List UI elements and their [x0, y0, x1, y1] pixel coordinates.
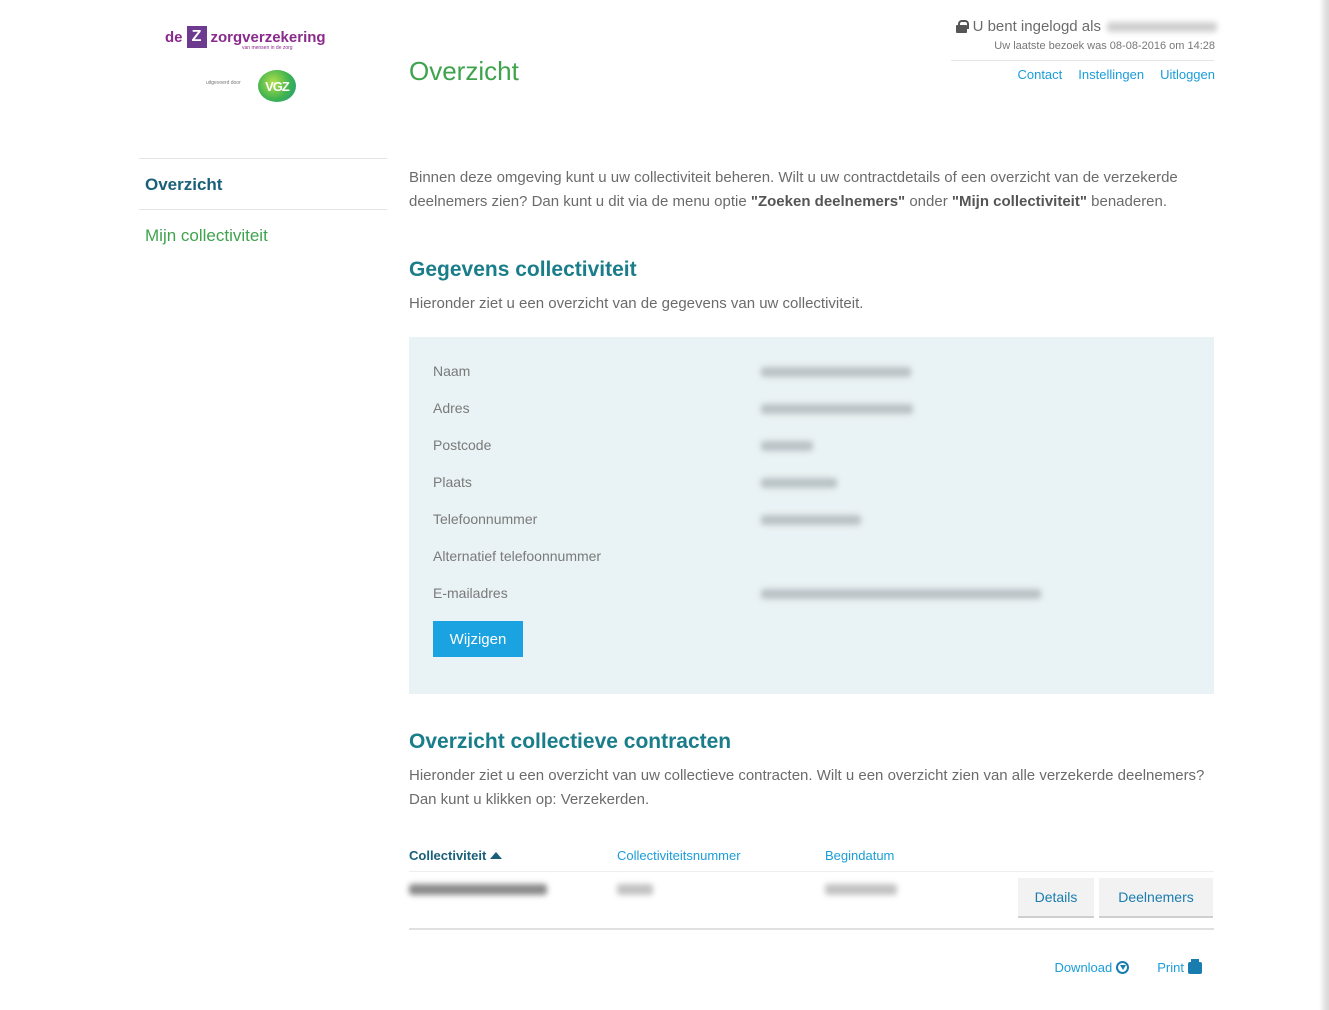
- settings-link[interactable]: Instellingen: [1078, 67, 1144, 82]
- edit-button[interactable]: Wijzigen: [433, 621, 523, 657]
- intro-bold-zoeken: "Zoeken deelnemers": [750, 192, 906, 210]
- contact-link[interactable]: Contact: [1017, 67, 1062, 82]
- field-label-alt-telefoon: Alternatief telefoonnummer: [433, 548, 602, 564]
- field-label-plaats: Plaats: [433, 474, 472, 490]
- window-edge-shadow: [1319, 0, 1329, 1010]
- sidebar-item-overzicht[interactable]: Overzicht: [139, 159, 387, 209]
- field-value-redacted: [761, 404, 913, 414]
- logo-tagline: van mensen in de zorg: [242, 45, 293, 51]
- intro-bold-mijn: "Mijn collectiviteit": [951, 192, 1087, 210]
- logo-sub-text: uitgevoerd door: [206, 80, 241, 86]
- field-label-postcode: Postcode: [433, 437, 492, 453]
- sidebar-item-mijn-collectiviteit[interactable]: Mijn collectiviteit: [139, 210, 387, 260]
- table-header: Collectiviteit Collectiviteitsnummer Beg…: [409, 838, 1214, 872]
- login-label: U bent ingelogd als: [972, 18, 1101, 35]
- print-label: Print: [1157, 960, 1184, 975]
- lock-icon: [955, 20, 969, 33]
- download-link[interactable]: Download: [1054, 960, 1130, 975]
- print-link[interactable]: Print: [1157, 958, 1202, 975]
- participants-button[interactable]: Deelnemers: [1099, 878, 1213, 918]
- last-visit-text: Uw laatste bezoek was 08-08-2016 om 14:2…: [994, 40, 1215, 52]
- sidebar-nav: Overzicht Mijn collectiviteit: [139, 158, 387, 260]
- intro-text-part: onder: [905, 192, 952, 210]
- logged-in-user-redacted: [1107, 21, 1217, 32]
- gegevens-title: Gegevens collectiviteit: [409, 258, 637, 281]
- intro-section: Binnen deze omgeving kunt u uw collectiv…: [409, 166, 1214, 213]
- col-header-begindatum[interactable]: Begindatum: [825, 848, 894, 863]
- vgz-logo-icon: VGZ: [258, 70, 296, 102]
- logo-box-icon: Z: [186, 26, 207, 48]
- gegevens-panel: Naam Adres Postcode Plaats Telefoonnumme…: [409, 337, 1214, 694]
- download-label: Download: [1054, 960, 1113, 975]
- cell-collectiviteit-redacted: [409, 884, 547, 895]
- field-value-redacted: [761, 441, 813, 451]
- contracten-title: Overzicht collectieve contracten: [409, 730, 732, 753]
- page-title: Overzicht: [409, 56, 519, 86]
- header-divider: [951, 60, 1214, 61]
- top-nav-links: Contact Instellingen Uitloggen: [1017, 67, 1215, 82]
- field-label-email: E-mailadres: [433, 585, 508, 601]
- field-label-adres: Adres: [433, 400, 470, 416]
- details-button[interactable]: Details: [1018, 878, 1094, 918]
- col-header-collectiviteit[interactable]: Collectiviteit: [409, 848, 503, 863]
- table-row: Details Deelnemers: [409, 872, 1214, 930]
- gegevens-subtitle: Hieronder ziet u een overzicht van de ge…: [409, 295, 864, 312]
- field-label-naam: Naam: [433, 363, 471, 379]
- col-header-collectiviteitsnummer[interactable]: Collectiviteitsnummer: [617, 848, 741, 863]
- field-value-redacted: [761, 515, 861, 525]
- contracts-table: Collectiviteit Collectiviteitsnummer Beg…: [409, 838, 1214, 930]
- intro-text: Binnen deze omgeving kunt u uw collectiv…: [409, 166, 1214, 213]
- logo-prefix: de: [165, 28, 183, 46]
- download-icon: [1116, 961, 1130, 974]
- sort-up-icon: [490, 852, 503, 859]
- cell-date-redacted: [825, 884, 897, 895]
- login-status: U bent ingelogd als: [955, 18, 1217, 35]
- col-header-label: Collectiviteit: [409, 848, 487, 863]
- cell-number-redacted: [617, 884, 653, 895]
- logo-name: zorgverzekering: [210, 28, 326, 46]
- logout-link[interactable]: Uitloggen: [1160, 67, 1215, 82]
- field-value-redacted: [761, 589, 1041, 599]
- print-icon: [1188, 958, 1202, 974]
- contracten-subtitle: Hieronder ziet u een overzicht van uw co…: [409, 767, 1205, 808]
- intro-text-part: benaderen.: [1086, 192, 1168, 210]
- field-value-redacted: [761, 478, 837, 488]
- field-value-redacted: [761, 367, 911, 377]
- brand-logo[interactable]: de Z zorgverzekering van mensen in de zo…: [160, 22, 350, 112]
- footer-actions: Download Print: [1054, 958, 1202, 975]
- field-label-telefoon: Telefoonnummer: [433, 511, 538, 527]
